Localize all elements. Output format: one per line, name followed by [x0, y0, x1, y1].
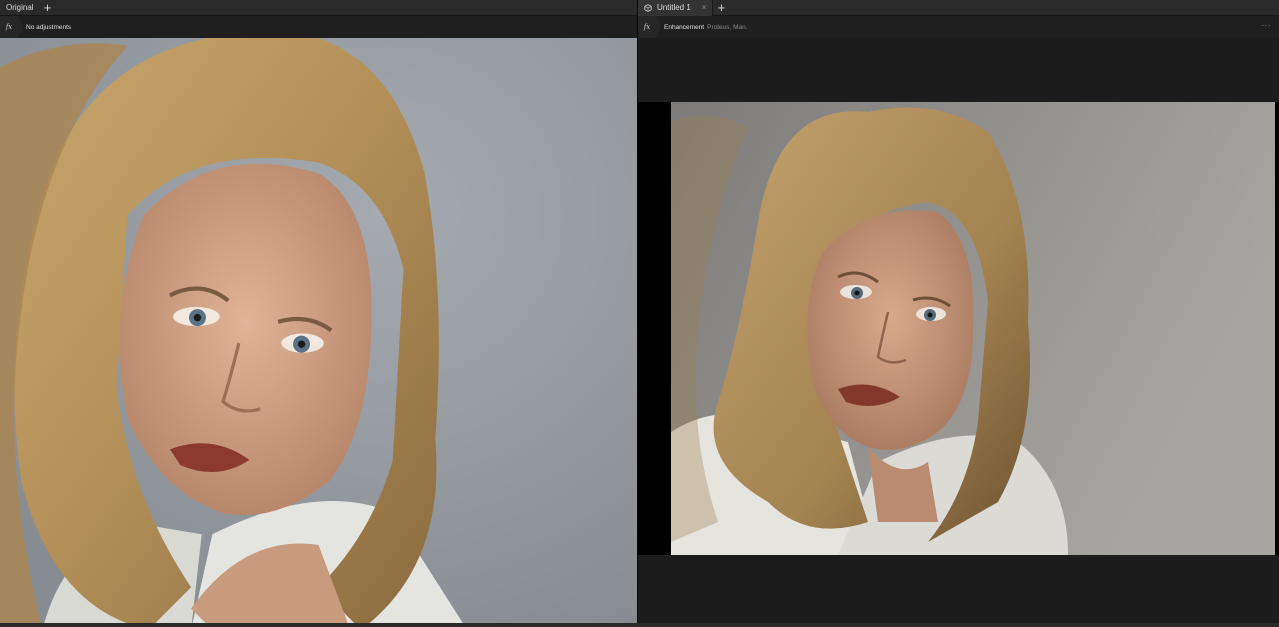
enhanced-image-canvas[interactable] — [638, 38, 1279, 627]
original-photo — [0, 38, 637, 627]
original-pane: Original + fx No adjustments — [0, 0, 637, 627]
cube-icon — [644, 3, 652, 12]
bottom-status-strip — [0, 623, 1279, 627]
plus-icon[interactable]: + — [40, 0, 56, 16]
left-adjustment-bar: fx No adjustments — [0, 16, 637, 38]
plus-icon[interactable]: + — [713, 0, 729, 16]
original-image-canvas[interactable] — [0, 38, 637, 627]
app-window: Original + fx No adjustments Untitled 1 … — [0, 0, 1279, 627]
right-adjustment-bar: fx Enhancement Proteus, Man. ··· — [638, 16, 1279, 38]
close-icon[interactable]: × — [702, 3, 707, 12]
right-tab-bar: Untitled 1 × + — [638, 0, 1279, 16]
enhanced-pane: Untitled 1 × + fx Enhancement Proteus, M… — [638, 0, 1279, 627]
enhancement-model: Proteus, Man. — [707, 23, 748, 31]
adjustment-status: No adjustments — [26, 23, 72, 31]
fx-button[interactable]: fx — [0, 16, 23, 38]
tab-original[interactable]: Original — [0, 3, 40, 12]
enhanced-photo-frame — [638, 102, 1279, 555]
enhancement-label[interactable]: Enhancement — [664, 24, 704, 31]
fx-button[interactable]: fx — [638, 16, 661, 38]
more-options-icon[interactable]: ··· — [1262, 21, 1272, 30]
left-tab-bar: Original + — [0, 0, 637, 16]
enhanced-photo — [638, 102, 1275, 555]
tab-untitled-label: Untitled 1 — [657, 3, 691, 12]
tab-untitled-1[interactable]: Untitled 1 × — [638, 0, 714, 16]
